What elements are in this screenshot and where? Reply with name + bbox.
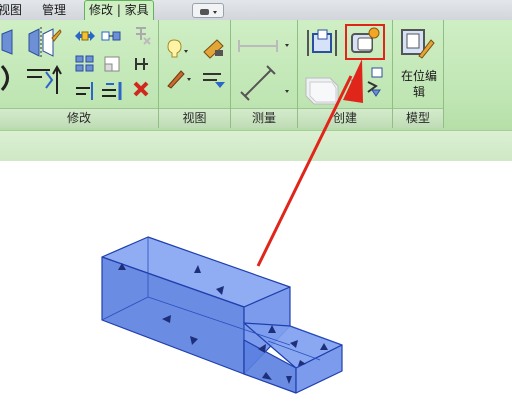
extrusion-solid[interactable] <box>101 236 343 394</box>
annotation-arrow <box>256 59 363 267</box>
model-view-overlay <box>101 59 363 394</box>
